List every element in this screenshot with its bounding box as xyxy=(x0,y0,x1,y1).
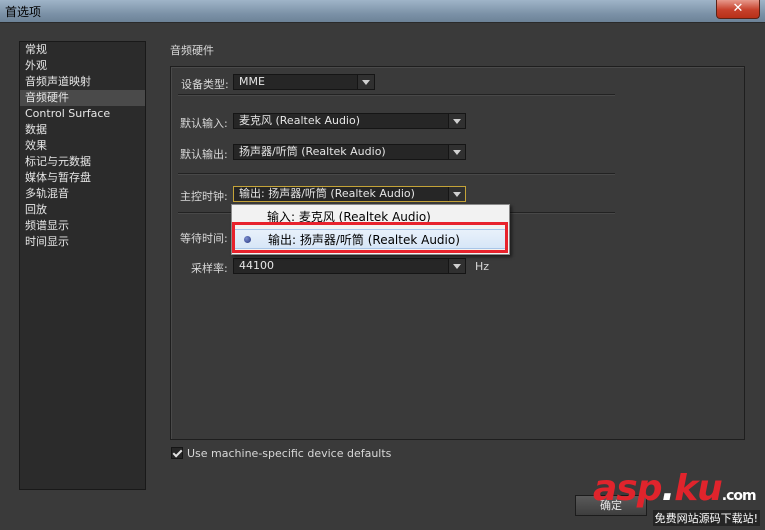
device-type-value: MME xyxy=(239,75,265,88)
sidebar-item-time-display[interactable]: 时间显示 xyxy=(20,234,145,250)
watermark-logo: asp.ku.com xyxy=(593,468,757,509)
dropdown-option-input[interactable]: 输入: 麦克风 (Realtek Audio) xyxy=(233,207,508,227)
default-input-label: 默认输入: xyxy=(180,117,228,130)
sidebar-item-audio-channel-mapping[interactable]: 音频声道映射 xyxy=(20,74,145,90)
default-output-value: 扬声器/听筒 (Realtek Audio) xyxy=(239,145,386,158)
site-watermark: asp.ku.com 免费网站源码下载站! xyxy=(593,468,765,530)
master-clock-value: 输出: 扬声器/听筒 (Realtek Audio) xyxy=(239,187,415,200)
sidebar-item-playback[interactable]: 回放 xyxy=(20,202,145,218)
dropdown-option-output[interactable]: 输出: 扬声器/听筒 (Realtek Audio) xyxy=(233,229,508,249)
latency-label: 等待时间: xyxy=(180,232,228,245)
divider xyxy=(178,173,615,175)
chevron-down-icon xyxy=(357,75,374,89)
sidebar-item-multitrack[interactable]: 多轨混音 xyxy=(20,186,145,202)
divider xyxy=(178,94,615,96)
master-clock-dropdown: 输入: 麦克风 (Realtek Audio) 输出: 扬声器/听筒 (Real… xyxy=(231,204,510,255)
default-output-select[interactable]: 扬声器/听筒 (Realtek Audio) xyxy=(233,144,466,160)
preferences-sidebar: 常规 外观 音频声道映射 音频硬件 Control Surface 数据 效果 … xyxy=(19,41,146,490)
default-input-select[interactable]: 麦克风 (Realtek Audio) xyxy=(233,113,466,129)
master-clock-label: 主控时钟: xyxy=(180,190,228,203)
dropdown-option-label: 输出: 扬声器/听筒 (Realtek Audio) xyxy=(268,233,460,247)
sidebar-item-spectral-display[interactable]: 频谱显示 xyxy=(20,218,145,234)
window-title: 首选项 xyxy=(5,5,42,19)
machine-defaults-checkbox[interactable] xyxy=(171,447,183,459)
sidebar-item-audio-hardware[interactable]: 音频硬件 xyxy=(20,90,145,106)
machine-defaults-label[interactable]: Use machine-specific device defaults xyxy=(187,447,391,460)
device-type-select[interactable]: MME xyxy=(233,74,375,90)
sample-rate-unit: Hz xyxy=(475,260,490,273)
sidebar-item-effects[interactable]: 效果 xyxy=(20,138,145,154)
sidebar-item-general[interactable]: 常规 xyxy=(20,42,145,58)
sidebar-item-media-scratch[interactable]: 媒体与暂存盘 xyxy=(20,170,145,186)
sample-rate-value: 44100 xyxy=(239,259,274,272)
device-type-label: 设备类型: xyxy=(181,78,229,91)
sidebar-item-control-surface[interactable]: Control Surface xyxy=(20,106,145,122)
sidebar-item-appearance[interactable]: 外观 xyxy=(20,58,145,74)
master-clock-select[interactable]: 输出: 扬声器/听筒 (Realtek Audio) xyxy=(233,186,466,202)
window-title-bar[interactable]: 首选项 ✕ xyxy=(0,0,765,23)
chevron-down-icon xyxy=(448,259,465,273)
default-output-label: 默认输出: xyxy=(180,148,228,161)
chevron-down-icon xyxy=(448,187,465,201)
close-button[interactable]: ✕ xyxy=(716,0,760,19)
radio-selected-icon xyxy=(244,236,251,243)
chevron-down-icon xyxy=(448,145,465,159)
dropdown-option-label: 输入: 麦克风 (Realtek Audio) xyxy=(267,210,431,224)
sample-rate-label: 采样率: xyxy=(191,262,228,275)
watermark-tagline: 免费网站源码下载站! xyxy=(652,510,760,526)
sidebar-item-data[interactable]: 数据 xyxy=(20,122,145,138)
section-title: 音频硬件 xyxy=(170,44,214,57)
sample-rate-select[interactable]: 44100 xyxy=(233,258,466,274)
close-icon: ✕ xyxy=(732,1,744,16)
default-input-value: 麦克风 (Realtek Audio) xyxy=(239,114,361,127)
sidebar-item-markers-metadata[interactable]: 标记与元数据 xyxy=(20,154,145,170)
chevron-down-icon xyxy=(448,114,465,128)
